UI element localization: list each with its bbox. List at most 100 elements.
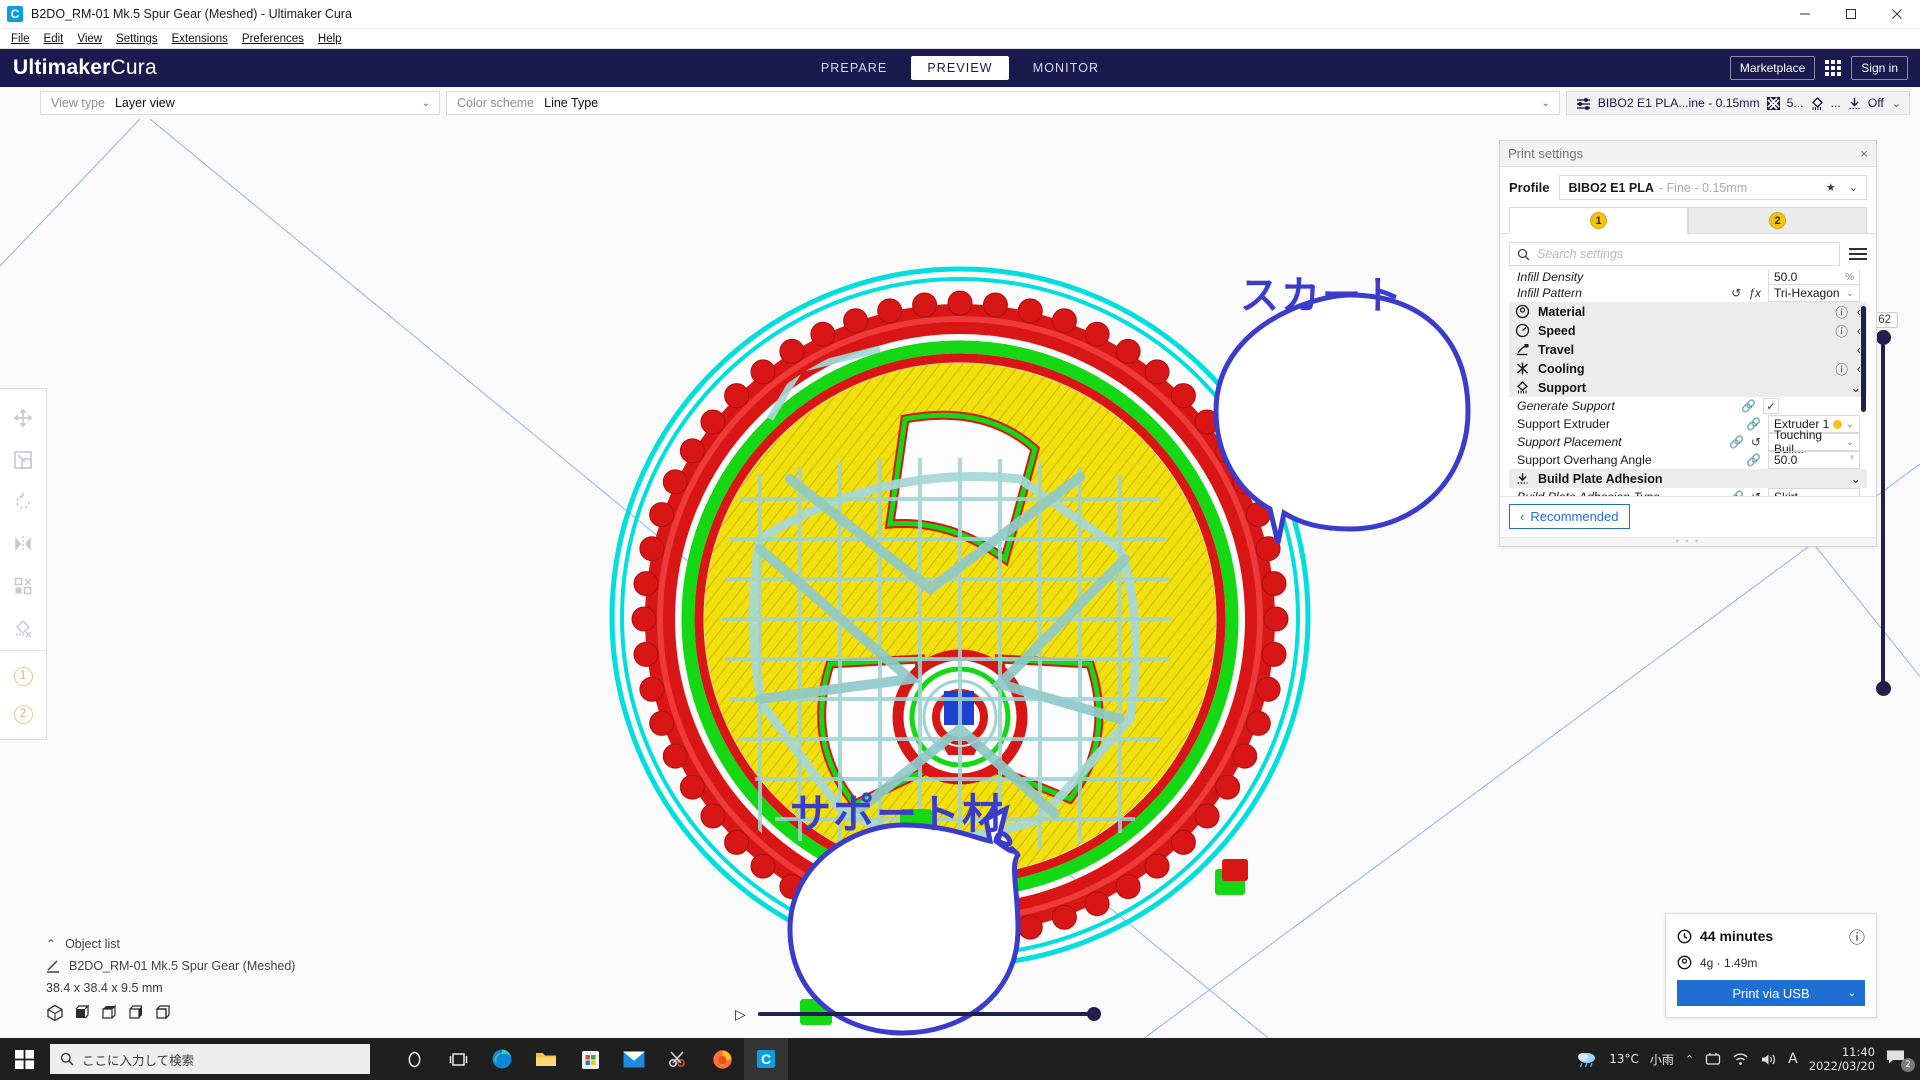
cortana-icon[interactable] [392, 1038, 436, 1080]
recommended-button[interactable]: ‹ Recommended [1509, 504, 1630, 529]
setting-value-field[interactable]: Tri-Hexagon ⌄ [1768, 284, 1860, 302]
view-right-icon[interactable] [154, 1004, 172, 1022]
category-build-plate-adhesion[interactable]: Build Plate Adhesion ⌄ [1509, 469, 1867, 488]
tray-expand-icon[interactable]: ⌃ [1685, 1053, 1694, 1066]
setting-row[interactable]: Build Plate Adhesion Type 🔗 ↺ Skirt ⌄ [1509, 488, 1867, 496]
tab-extruder-1[interactable]: 1 [1509, 207, 1688, 234]
mirror-tool[interactable] [3, 523, 43, 565]
mail-icon[interactable] [612, 1038, 656, 1080]
close-icon[interactable] [1874, 0, 1920, 29]
menu-settings[interactable]: Settings [109, 31, 165, 47]
layer-slider-handle-upper[interactable] [1876, 330, 1891, 345]
weather-icon[interactable] [1576, 1050, 1598, 1068]
notification-center-icon[interactable]: 2 [1886, 1049, 1915, 1072]
taskbar-search-input[interactable]: ここに入力して検索 [50, 1044, 370, 1074]
windows-start-icon[interactable] [0, 1038, 48, 1080]
view-top-icon[interactable] [100, 1004, 118, 1022]
formula-icon[interactable]: ƒx [1748, 286, 1761, 300]
setting-value-field[interactable]: 50.0 ° [1768, 451, 1860, 469]
view-front-icon[interactable] [73, 1004, 91, 1022]
object-list-item[interactable]: B2DO_RM-01 Mk.5 Spur Gear (Meshed) [46, 959, 295, 973]
menu-extensions[interactable]: Extensions [165, 31, 235, 47]
category-speed[interactable]: Speed ⓘ ‹ [1509, 321, 1867, 340]
minimize-icon[interactable] [1782, 0, 1828, 29]
layer-slider-track[interactable] [1881, 336, 1885, 690]
task-view-icon[interactable] [436, 1038, 480, 1080]
layer-slider-handle-lower[interactable] [1876, 681, 1891, 696]
view-3d-icon[interactable] [46, 1004, 64, 1022]
close-icon[interactable]: × [1860, 146, 1868, 161]
link-settings-icon[interactable]: 🔗 [1729, 435, 1744, 449]
setting-row[interactable]: Infill Density 50.0 % [1509, 270, 1867, 284]
ime-indicator[interactable]: A [1788, 1051, 1798, 1067]
weather-temperature[interactable]: 13°C [1609, 1052, 1639, 1066]
menu-help[interactable]: Help [311, 31, 349, 47]
per-model-settings-tool[interactable] [3, 565, 43, 607]
file-explorer-icon[interactable] [524, 1038, 568, 1080]
extruder-button-1[interactable]: 1 [3, 657, 43, 695]
setting-row[interactable]: Support Overhang Angle 🔗 50.0 ° [1509, 451, 1867, 469]
settings-visibility-menu-icon[interactable] [1849, 245, 1867, 263]
revert-icon[interactable]: ↺ [1731, 286, 1741, 300]
view-type-dropdown[interactable]: View type Layer view ⌄ [40, 91, 440, 115]
revert-icon[interactable]: ↺ [1751, 435, 1761, 449]
category-travel[interactable]: Travel ‹ [1509, 340, 1867, 359]
edge-icon[interactable] [480, 1038, 524, 1080]
category-material[interactable]: Material ⓘ ‹ [1509, 302, 1867, 321]
onedrive-sync-icon[interactable] [1705, 1052, 1721, 1067]
link-settings-icon[interactable]: 🔗 [1729, 490, 1744, 496]
color-scheme-dropdown[interactable]: Color scheme Line Type ⌄ [446, 91, 1560, 115]
settings-scrollbar[interactable] [1861, 306, 1866, 412]
snipping-tool-icon[interactable] [656, 1038, 700, 1080]
wifi-icon[interactable] [1732, 1052, 1749, 1066]
panel-resize-grip[interactable]: • • • [1500, 537, 1876, 546]
object-list-header[interactable]: ⌃ Object list [46, 937, 295, 951]
chevron-down-icon[interactable]: ⌄ [1851, 380, 1861, 395]
info-icon[interactable]: ⓘ [1835, 359, 1848, 378]
extruder-button-2[interactable]: 2 [3, 695, 43, 733]
microsoft-store-icon[interactable] [568, 1038, 612, 1080]
category-support[interactable]: Support ⌄ [1509, 378, 1867, 397]
settings-list[interactable]: Infill Density 50.0 % Infill Pattern ↺ ƒ… [1509, 270, 1867, 496]
support-blocker-tool[interactable] [3, 607, 43, 649]
revert-icon[interactable]: ↺ [1751, 490, 1761, 496]
link-settings-icon[interactable]: 🔗 [1746, 453, 1761, 467]
taskbar-clock[interactable]: 11:40 2022/03/20 [1809, 1045, 1875, 1074]
favorite-star-icon[interactable]: ★ [1826, 181, 1836, 194]
setting-checkbox[interactable]: ✓ [1763, 398, 1779, 414]
setting-row[interactable]: Infill Pattern ↺ ƒx Tri-Hexagon ⌄ [1509, 284, 1867, 302]
setting-value-field[interactable]: Touching Buil... ⌄ [1768, 428, 1860, 456]
profile-dropdown[interactable]: BIBO2 E1 PLA - Fine - 0.15mm ★ ⌄ [1559, 175, 1867, 200]
maximize-icon[interactable] [1828, 0, 1874, 29]
playback-slider-handle[interactable] [1087, 1007, 1101, 1021]
view-left-icon[interactable] [127, 1004, 145, 1022]
category-cooling[interactable]: Cooling ⓘ ‹ [1509, 359, 1867, 378]
tab-extruder-2[interactable]: 2 [1688, 207, 1867, 234]
play-icon[interactable]: ▷ [735, 1006, 746, 1023]
setting-value-field[interactable]: 50.0 % [1768, 270, 1860, 284]
cura-icon[interactable]: C [744, 1038, 788, 1080]
setting-row[interactable]: Generate Support 🔗 ✓ [1509, 397, 1867, 415]
tab-prepare[interactable]: PREPARE [805, 56, 904, 80]
tab-preview[interactable]: PREVIEW [911, 56, 1009, 80]
firefox-icon[interactable] [700, 1038, 744, 1080]
info-icon[interactable]: ⓘ [1835, 302, 1848, 321]
info-icon[interactable]: ⓘ [1835, 321, 1848, 340]
chevron-down-icon[interactable]: ⌄ [1851, 471, 1861, 486]
search-input[interactable]: Search settings [1509, 242, 1840, 266]
print-via-usb-button[interactable]: Print via USB ⌄ [1677, 980, 1865, 1006]
scale-tool[interactable] [3, 439, 43, 481]
menu-file[interactable]: File [4, 31, 37, 47]
link-settings-icon[interactable]: 🔗 [1741, 399, 1756, 413]
info-icon[interactable]: ⓘ [1849, 924, 1865, 948]
playback-slider-track[interactable] [757, 1007, 1101, 1021]
tab-monitor[interactable]: MONITOR [1017, 56, 1116, 80]
link-settings-icon[interactable]: 🔗 [1746, 417, 1761, 431]
menu-preferences[interactable]: Preferences [235, 31, 311, 47]
menu-view[interactable]: View [70, 31, 109, 47]
move-tool[interactable] [3, 397, 43, 439]
setting-row[interactable]: Support Placement 🔗 ↺ Touching Buil... ⌄ [1509, 428, 1867, 456]
weather-description[interactable]: 小雨 [1650, 1051, 1674, 1068]
volume-icon[interactable] [1760, 1052, 1777, 1067]
rotate-tool[interactable] [3, 481, 43, 523]
